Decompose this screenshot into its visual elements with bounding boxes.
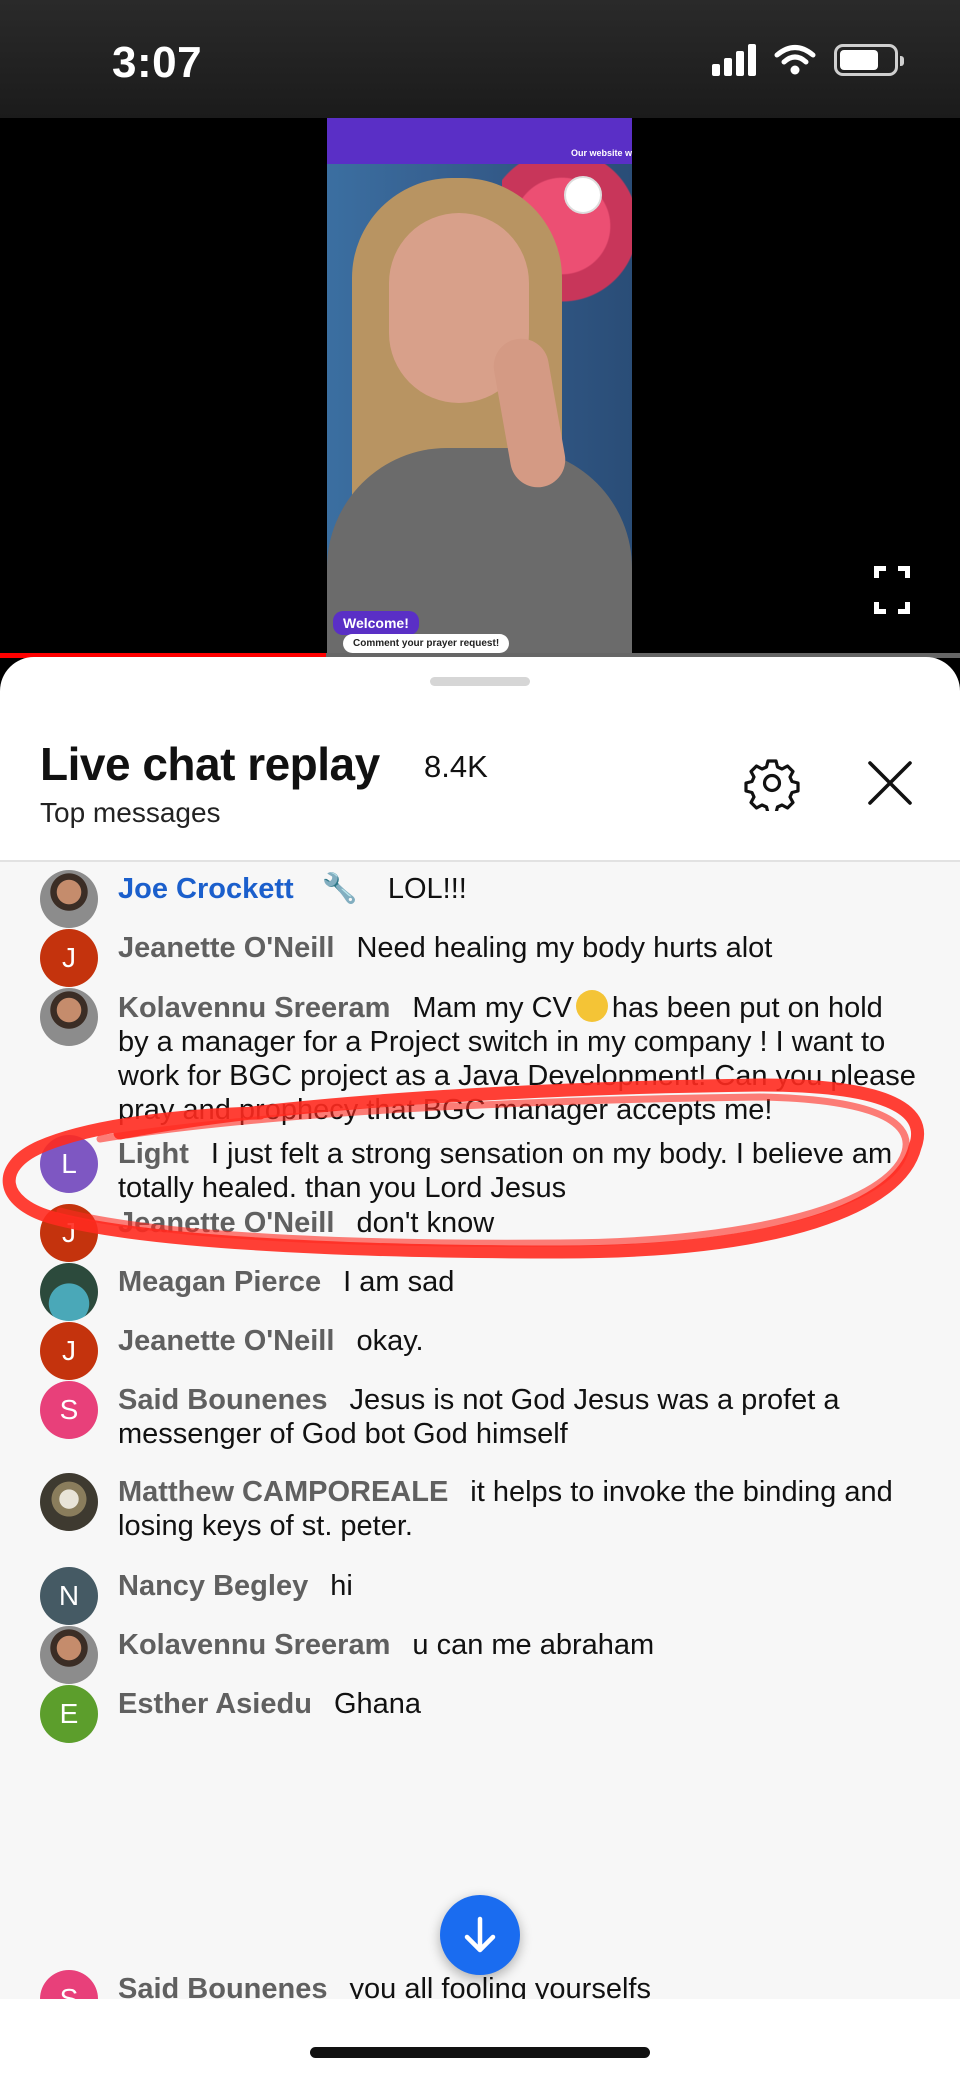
message-text: okay.	[356, 1325, 424, 1357]
video-site-text: Our website w	[570, 148, 632, 158]
gear-icon	[744, 759, 800, 815]
video-frame: Our website w Welcome! Comment your pray…	[327, 118, 632, 658]
wifi-icon	[774, 45, 816, 75]
avatar[interactable]: J	[40, 929, 98, 987]
chat-filter-dropdown[interactable]: Top messages	[40, 797, 221, 829]
author-name[interactable]: Jeanette O'Neill	[118, 932, 334, 964]
comment-prompt-label: Comment your prayer request!	[343, 634, 510, 653]
scroll-to-bottom-button[interactable]	[440, 1895, 520, 1975]
status-bar: 3:07	[0, 0, 960, 118]
message-body: Light I just felt a strong sensation on m…	[118, 1137, 918, 1205]
channel-logo-icon	[564, 176, 602, 214]
drag-handle[interactable]	[430, 677, 530, 686]
author-name[interactable]: Meagan Pierce	[118, 1266, 321, 1298]
status-icons	[712, 44, 904, 76]
crying-emoji-icon	[575, 990, 608, 1022]
signal-icon	[712, 44, 756, 76]
message-body: Jeanette O'Neill don't know	[118, 1206, 918, 1240]
close-button[interactable]	[862, 755, 918, 811]
avatar[interactable]: S	[40, 1381, 98, 1439]
video-top-banner: Our website w	[327, 118, 632, 164]
avatar[interactable]: J	[40, 1204, 98, 1262]
author-name[interactable]: Kolavennu Sreeram	[118, 1629, 390, 1661]
author-name[interactable]: Matthew CAMPOREALE	[118, 1476, 448, 1508]
viewer-count: 8.4K	[424, 749, 488, 784]
message-body: Esther Asiedu Ghana	[118, 1687, 918, 1721]
message-body: Said Bounenes Jesus is not God Jesus was …	[118, 1383, 918, 1451]
author-name[interactable]: Light	[118, 1138, 189, 1170]
message-text: LOL!!!	[387, 873, 467, 905]
message-body: Jeanette O'Neill okay.	[118, 1324, 918, 1358]
message-text: hi	[330, 1570, 353, 1602]
author-name[interactable]: Nancy Begley	[118, 1570, 308, 1602]
message-body: Kolavennu Sreeram u can me abraham	[118, 1628, 918, 1662]
message-body: Kolavennu Sreeram Mam my CV has been put o…	[118, 990, 918, 1127]
welcome-label: Welcome!	[333, 611, 419, 635]
message-body: Said Bounenes you all fooling yourselfs	[118, 1972, 918, 1999]
settings-button[interactable]	[744, 755, 800, 815]
message-body: Joe Crockett 🔧 LOL!!!	[118, 872, 918, 906]
message-text: Mam my CV	[412, 992, 572, 1024]
live-chat-panel: Live chat replay 8.4K Top messages Joe C…	[0, 657, 960, 2078]
author-name[interactable]: Said Bounenes	[118, 1384, 328, 1416]
status-time: 3:07	[112, 38, 203, 87]
message-body: Meagan Pierce I am sad	[118, 1265, 918, 1299]
fullscreen-icon[interactable]	[874, 566, 910, 614]
message-body: Nancy Begley hi	[118, 1569, 918, 1603]
avatar[interactable]	[40, 988, 98, 1046]
message-text: Need healing my body hurts alot	[356, 932, 773, 964]
close-icon	[868, 761, 912, 805]
author-name[interactable]: Kolavennu Sreeram	[118, 992, 390, 1024]
message-text: Ghana	[333, 1688, 422, 1720]
author-name[interactable]: Jeanette O'Neill	[118, 1207, 334, 1239]
avatar[interactable]	[40, 1473, 98, 1531]
avatar[interactable]	[40, 1263, 98, 1321]
avatar[interactable]: N	[40, 1567, 98, 1625]
author-name[interactable]: Said Bounenes	[118, 1973, 328, 1999]
message-body: Jeanette O'Neill Need healing my body hur…	[118, 931, 918, 965]
avatar[interactable]: J	[40, 1322, 98, 1380]
message-text: I just felt a strong sensation on my bod…	[118, 1138, 893, 1204]
author-name[interactable]: Jeanette O'Neill	[118, 1325, 334, 1357]
message-text: don't know	[356, 1207, 495, 1239]
bottom-safe-area	[0, 1999, 960, 2078]
chat-message-list[interactable]: Joe Crockett 🔧 LOL!!! J Jeanette O'Neill N…	[0, 862, 960, 1999]
avatar[interactable]: E	[40, 1685, 98, 1743]
message-text: I am sad	[343, 1266, 455, 1298]
author-name[interactable]: Joe Crockett	[118, 873, 294, 905]
home-indicator[interactable]	[310, 2047, 650, 2058]
avatar[interactable]: L	[40, 1135, 98, 1193]
avatar[interactable]	[40, 870, 98, 928]
avatar[interactable]	[40, 1626, 98, 1684]
chat-title: Live chat replay	[40, 738, 380, 790]
video-player[interactable]: Our website w Welcome! Comment your pray…	[0, 118, 960, 658]
avatar[interactable]: S	[40, 1970, 98, 1999]
message-text: you all fooling yourselfs	[349, 1973, 651, 1999]
message-body: Matthew CAMPOREALE it helps to invoke the…	[118, 1475, 918, 1543]
moderator-wrench-icon: 🔧	[321, 873, 358, 905]
battery-icon	[834, 44, 904, 76]
message-text: u can me abraham	[412, 1629, 655, 1661]
arrow-down-icon	[464, 1916, 496, 1953]
author-name[interactable]: Esther Asiedu	[118, 1688, 312, 1720]
